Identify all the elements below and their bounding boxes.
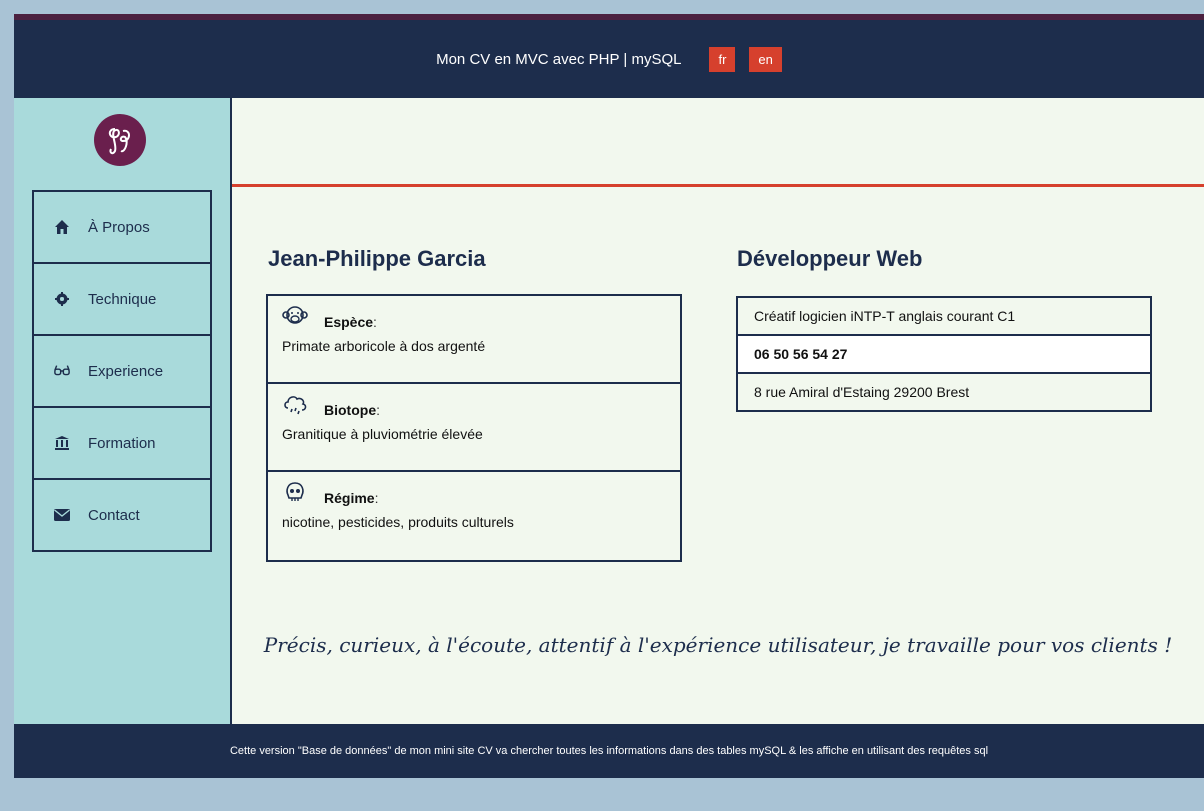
home-icon (54, 219, 70, 235)
tagline: Précis, curieux, à l'écoute, attentif à … (263, 633, 1173, 657)
sidebar-item-technique[interactable]: Technique (34, 264, 210, 336)
profile-card-espece: Espèce : Primate arboricole à dos argent… (268, 296, 680, 384)
profile-cards: Espèce : Primate arboricole à dos argent… (266, 294, 682, 562)
divider-line (232, 184, 1204, 187)
glasses-icon (54, 363, 70, 379)
bank-icon (54, 435, 70, 451)
info-row-phone[interactable]: 06 50 56 54 27 (738, 336, 1150, 374)
sidebar-item-label: Technique (88, 290, 157, 308)
lang-en-button[interactable]: en (749, 46, 782, 72)
header-bar: Mon CV en MVC avec PHP | mySQL fr en (14, 20, 1204, 98)
sidebar-item-label: Formation (88, 434, 156, 452)
footer-text: Cette version "Base de données" de mon m… (229, 745, 989, 757)
site-title: Mon CV en MVC avec PHP | mySQL (436, 50, 682, 68)
main-content: Jean-Philippe Garcia Développeur Web Esp… (232, 98, 1204, 724)
profile-card-regime: Régime : nicotine, pesticides, produits … (268, 472, 680, 560)
card-label: Espèce (324, 314, 374, 330)
footer-bar: Cette version "Base de données" de mon m… (14, 724, 1204, 778)
card-colon: : (373, 314, 377, 330)
sidebar-nav: À Propos Technique Experience Formation (32, 190, 212, 552)
card-label: Régime (324, 490, 375, 506)
person-name: Jean-Philippe Garcia (268, 246, 486, 271)
info-row-address: 8 rue Amiral d'Estaing 29200 Brest (754, 384, 970, 400)
sidebar: À Propos Technique Experience Formation (14, 98, 232, 724)
sidebar-item-label: À Propos (88, 218, 150, 236)
card-colon: : (376, 402, 380, 418)
rain-cloud-icon (282, 392, 308, 418)
sidebar-item-a-propos[interactable]: À Propos (34, 192, 210, 264)
card-value: nicotine, pesticides, produits culturels (282, 514, 514, 530)
job-title: Développeur Web (737, 246, 923, 271)
page-frame: Mon CV en MVC avec PHP | mySQL fr en À P… (14, 14, 1204, 778)
sidebar-item-experience[interactable]: Experience (34, 336, 210, 408)
sidebar-item-label: Experience (88, 362, 164, 380)
lang-fr-button[interactable]: fr (709, 46, 736, 72)
card-label: Biotope (324, 402, 377, 418)
gear-icon (54, 291, 70, 307)
card-colon: : (374, 490, 379, 506)
sidebar-item-contact[interactable]: Contact (34, 480, 210, 550)
monkey-icon (282, 304, 308, 330)
card-value: Primate arboricole à dos argenté (282, 338, 486, 354)
card-value: Granitique à pluviométrie élevée (282, 426, 483, 442)
envelope-icon (54, 507, 70, 523)
profile-card-biotope: Biotope : Granitique à pluviométrie élev… (268, 384, 680, 472)
contact-info-box: Créatif logicien iNTP-T anglais courant … (736, 296, 1152, 412)
sidebar-item-formation[interactable]: Formation (34, 408, 210, 480)
skull-icon (282, 480, 308, 506)
info-row-profile: Créatif logicien iNTP-T anglais courant … (738, 298, 1150, 336)
sidebar-item-label: Contact (88, 506, 140, 524)
logo-icon[interactable] (94, 114, 146, 166)
